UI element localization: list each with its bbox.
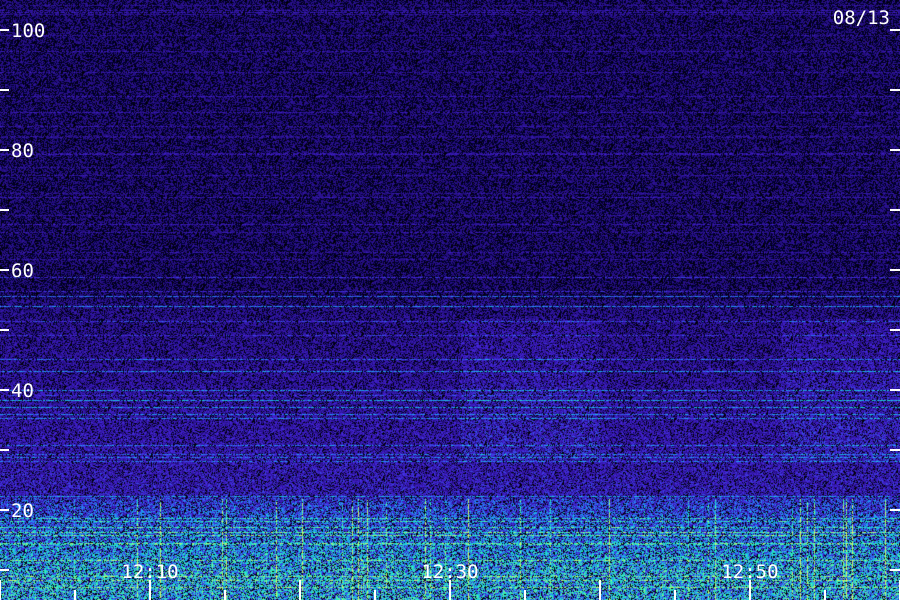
- chart-axes: 100 80 60 40 20 12:10 12:30 12:50 08/13: [0, 7, 900, 600]
- x-tick-label: 12:50: [721, 561, 778, 583]
- y-tick-label: 60: [11, 260, 34, 282]
- y-tick-label: 100: [11, 20, 45, 42]
- y-tick-label: 80: [11, 140, 34, 162]
- x-axis-bottom: 12:10 12:30 12:50: [0, 561, 900, 600]
- x-tick-label: 12:30: [421, 561, 478, 583]
- y-tick-label: 40: [11, 380, 34, 402]
- date-label: 08/13: [833, 7, 890, 29]
- y-axis-left: 100 80 60 40 20: [0, 20, 45, 571]
- x-tick-label: 12:10: [121, 561, 178, 583]
- y-tick-label: 20: [11, 500, 34, 522]
- y-axis-right: [890, 29, 900, 571]
